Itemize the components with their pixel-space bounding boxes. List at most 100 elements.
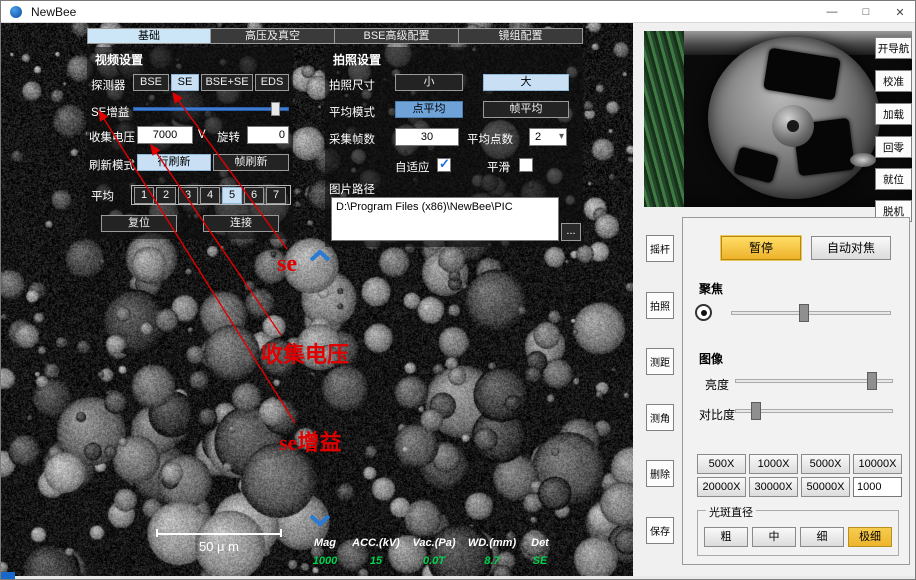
measure-angle-button[interactable]: 测角 [646, 404, 674, 431]
collapse-up-chevron-icon[interactable] [307, 249, 333, 264]
app-icon [10, 6, 22, 18]
home-zero-button[interactable]: 回零 [875, 136, 912, 158]
detector-bse-se-button[interactable]: BSE+SE [201, 74, 253, 91]
refresh-row-button[interactable]: 行刷新 [137, 154, 211, 171]
photo-settings-title: 拍照设置 [333, 51, 381, 68]
brightness-slider-thumb[interactable] [867, 372, 877, 390]
stage-hub [772, 105, 814, 147]
reset-button[interactable]: 复位 [101, 215, 177, 232]
avg-mode-point-button[interactable]: 点平均 [395, 101, 463, 118]
mag-input[interactable] [853, 477, 902, 497]
annotation-gain: se增益 [279, 425, 341, 457]
average-5-button[interactable]: 5 [222, 187, 242, 204]
status-value: 8.7 [463, 555, 521, 567]
size-large-button[interactable]: 大 [483, 74, 569, 91]
detector-eds-button[interactable]: EDS [255, 74, 289, 91]
avg-mode-frame-button[interactable]: 帧平均 [483, 101, 569, 118]
path-field[interactable]: D:\Program Files (x86)\NewBee\PIC [331, 197, 559, 241]
taskbar-sliver[interactable] [1, 572, 15, 580]
control-panel: 暂停 自动对焦 聚焦 图像 亮度 对比度 500X 1000X 5000X 10… [682, 217, 910, 565]
tab-hv-vacuum[interactable]: 高压及真空 [211, 28, 335, 44]
mag-5000x-button[interactable]: 5000X [801, 454, 850, 474]
mag-20000x-button[interactable]: 20000X [697, 477, 746, 497]
average-6-button[interactable]: 6 [244, 187, 264, 204]
delete-button[interactable]: 删除 [646, 460, 674, 487]
average-4-button[interactable]: 4 [200, 187, 220, 204]
focus-slider[interactable] [731, 304, 891, 322]
tab-bse-advanced[interactable]: BSE高级配置 [335, 28, 459, 44]
size-small-button[interactable]: 小 [395, 74, 463, 91]
contrast-slider[interactable] [735, 402, 893, 420]
save-button[interactable]: 保存 [646, 517, 674, 544]
average-2-button[interactable]: 2 [156, 187, 176, 204]
spot-extra-fine-button[interactable]: 极细 [848, 527, 892, 547]
video-settings-panel: 视频设置 探测器 BSE SE BSE+SE EDS SE增益 收集电压 V 旋… [87, 47, 293, 239]
in-place-button[interactable]: 就位 [875, 168, 912, 190]
mag-500x-button[interactable]: 500X [697, 454, 746, 474]
nav-open-button[interactable]: 开导航 [875, 37, 912, 59]
autofocus-button[interactable]: 自动对焦 [811, 236, 891, 260]
expand-down-chevron-icon[interactable] [307, 513, 333, 528]
smooth-label: 平滑 [487, 159, 510, 175]
browse-button[interactable]: ... [561, 223, 581, 241]
focus-indicator-icon[interactable] [695, 304, 712, 321]
window-title: NewBee [31, 5, 76, 19]
average-3-button[interactable]: 3 [178, 187, 198, 204]
close-icon[interactable]: ✕ [883, 1, 916, 23]
pause-button[interactable]: 暂停 [721, 236, 801, 260]
spot-fine-button[interactable]: 细 [800, 527, 844, 547]
tab-basic[interactable]: 基础 [87, 28, 211, 44]
avg-points-select[interactable]: 2 ▾ [529, 128, 567, 146]
collect-voltage-input[interactable] [137, 126, 193, 144]
minimize-icon[interactable]: — [815, 1, 849, 23]
joystick-button[interactable]: 摇杆 [646, 235, 674, 262]
spot-size-label: 光斑直径 [706, 504, 756, 520]
contrast-slider-thumb[interactable] [751, 402, 761, 420]
focus-label: 聚焦 [699, 280, 723, 297]
collect-voltage-label: 收集电压 [89, 129, 135, 145]
adaptive-checkbox[interactable] [437, 158, 451, 172]
average-1-button[interactable]: 1 [134, 187, 154, 204]
se-gain-thumb[interactable] [271, 102, 280, 116]
mag-50000x-button[interactable]: 50000X [801, 477, 850, 497]
status-col-mag: Mag 1000 [303, 537, 347, 567]
smooth-checkbox[interactable] [519, 158, 533, 172]
refresh-frame-button[interactable]: 帧刷新 [213, 154, 289, 171]
spot-medium-button[interactable]: 中 [752, 527, 796, 547]
maximize-icon[interactable]: □ [849, 1, 883, 23]
sem-image-area: 基础 高压及真空 BSE高级配置 镜组配置 视频设置 探测器 BSE SE BS… [1, 23, 633, 576]
scale-line [156, 533, 282, 535]
window-controls: — □ ✕ [815, 1, 916, 23]
measure-distance-button[interactable]: 测距 [646, 348, 674, 375]
app-window: NewBee — □ ✕ 基础 高压及真空 BSE高级配置 镜组配置 视频设置 … [0, 0, 916, 580]
focus-slider-thumb[interactable] [799, 304, 809, 322]
photo-settings-panel: 拍照设置 拍照尺寸 小 大 平均模式 点平均 帧平均 采集帧数 平均点数 2 ▾… [325, 47, 583, 247]
status-value: 15 [347, 555, 405, 567]
capture-button[interactable]: 拍照 [646, 292, 674, 319]
average-label: 平均 [91, 188, 114, 204]
rotation-label: 旋转 [217, 129, 240, 145]
frames-input[interactable] [395, 128, 459, 146]
rotation-input[interactable] [247, 126, 289, 144]
tab-lens-config[interactable]: 镜组配置 [459, 28, 583, 44]
brightness-slider[interactable] [735, 372, 893, 390]
load-button[interactable]: 加载 [875, 103, 912, 125]
mag-10000x-button[interactable]: 10000X [853, 454, 902, 474]
mag-30000x-button[interactable]: 30000X [749, 477, 798, 497]
mag-1000x-button[interactable]: 1000X [749, 454, 798, 474]
path-label: 图片路径 [329, 181, 375, 197]
status-table: Mag 1000 ACC.(kV) 15 Vac.(Pa) 0.0T WD.(m… [303, 537, 559, 567]
average-7-button[interactable]: 7 [266, 187, 286, 204]
status-header: Det [521, 537, 559, 549]
average-button-group: 1 2 3 4 5 6 7 [131, 185, 291, 205]
video-settings-title: 视频设置 [95, 51, 143, 68]
detector-se-button[interactable]: SE [171, 74, 199, 91]
calibrate-button[interactable]: 校准 [875, 70, 912, 92]
connect-button[interactable]: 连接 [203, 215, 279, 232]
spot-coarse-button[interactable]: 粗 [704, 527, 748, 547]
frames-label: 采集帧数 [329, 131, 375, 147]
detector-label: 探测器 [91, 77, 126, 93]
se-gain-slider[interactable] [133, 101, 289, 117]
status-col-acc: ACC.(kV) 15 [347, 537, 405, 567]
detector-bse-button[interactable]: BSE [133, 74, 169, 91]
